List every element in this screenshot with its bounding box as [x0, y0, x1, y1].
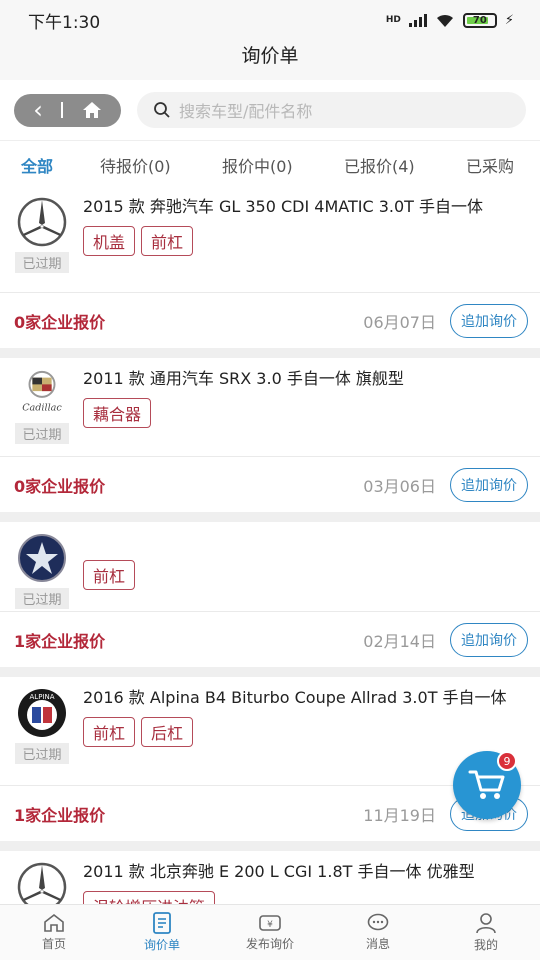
quote-count: 1家企业报价	[14, 805, 106, 825]
tab-all[interactable]: 全部	[21, 153, 53, 177]
nav-home[interactable]: 首页	[0, 905, 108, 960]
home-icon[interactable]	[82, 101, 102, 119]
status-badge: 已过期	[15, 252, 69, 273]
car-title	[83, 532, 526, 554]
inquiry-list: 已过期 2015 款 奔驰汽车 GL 350 CDI 4MATIC 3.0T 手…	[0, 186, 540, 941]
page-title: 询价单	[241, 45, 299, 67]
inquiry-card[interactable]: Cadillac 已过期 2011 款 通用汽车 SRX 3.0 手自一体 旗舰…	[0, 358, 540, 512]
search-icon	[154, 102, 170, 118]
add-inquiry-button[interactable]: 追加询价	[450, 467, 528, 502]
nav-inquiry[interactable]: 询价单	[108, 905, 216, 960]
charging-icon: ⚡	[504, 12, 514, 28]
cart-count-badge: 9	[497, 751, 517, 771]
car-title: 2016 款 Alpina B4 Biturbo Coupe Allrad 3.…	[83, 688, 507, 707]
add-inquiry-button[interactable]: 追加询价	[450, 303, 528, 338]
status-badge: 已过期	[15, 743, 69, 764]
nav-label: 我的	[473, 938, 498, 952]
status-time: 下午1:30	[28, 12, 101, 33]
status-badge: 已过期	[15, 423, 69, 444]
quote-count: 0家企业报价	[14, 312, 106, 332]
star-logo-icon	[16, 532, 68, 584]
part-tag: 前杠	[83, 560, 136, 590]
nav-label: 消息	[365, 937, 390, 951]
search-placeholder: 搜索车型/配件名称	[179, 102, 313, 121]
part-tag: 藕合器	[83, 398, 152, 428]
nav-label: 询价单	[143, 938, 180, 952]
tab-quoted[interactable]: 已报价(4)	[344, 153, 415, 177]
car-title: 2015 款 奔驰汽车 GL 350 CDI 4MATIC 3.0T 手自一体	[83, 197, 484, 216]
mercedes-logo-icon	[16, 196, 68, 248]
chat-icon	[367, 913, 389, 931]
battery-level: 70	[472, 14, 487, 26]
status-bar: 下午1:30 HD 70 ⚡	[0, 0, 540, 40]
inquiry-date: 03月06日	[363, 476, 436, 496]
car-title: 2011 款 北京奔驰 E 200 L CGI 1.8T 手自一体 优雅型	[83, 862, 475, 881]
inquiry-date: 06月07日	[363, 312, 436, 332]
wifi-icon	[436, 14, 453, 27]
status-badge: 已过期	[15, 588, 69, 609]
document-icon	[153, 912, 171, 934]
part-tag: 机盖	[83, 226, 136, 256]
inquiry-card[interactable]: 已过期 前杠 1家企业报价 02月14日 追加询价	[0, 522, 540, 667]
inquiry-date: 02月14日	[363, 631, 436, 651]
cart-button[interactable]: 9	[453, 751, 521, 819]
car-title: 2011 款 通用汽车 SRX 3.0 手自一体 旗舰型	[83, 369, 404, 388]
inquiry-card[interactable]: ALPINA 已过期 2016 款 Alpina B4 Biturbo Coup…	[0, 677, 540, 841]
inquiry-date: 11月19日	[363, 805, 436, 825]
nav-pill: ‹	[14, 93, 121, 127]
battery-icon: 70	[462, 12, 497, 28]
bottom-nav: 首页 询价单 ¥ 发布询价 消息 我的	[0, 904, 540, 960]
part-tag: 前杠	[141, 226, 194, 256]
add-inquiry-button[interactable]: 追加询价	[450, 622, 528, 657]
nav-label: 首页	[41, 937, 66, 951]
nav-publish[interactable]: ¥ 发布询价	[216, 905, 324, 960]
alpina-logo-icon: ALPINA	[16, 687, 68, 739]
signal-icon	[408, 13, 427, 27]
tab-purchased[interactable]: 已采购	[466, 153, 514, 177]
svg-text:ALPINA: ALPINA	[30, 693, 55, 701]
nav-profile[interactable]: 我的	[432, 905, 540, 960]
tab-pending[interactable]: 待报价(0)	[100, 153, 171, 177]
quote-count: 1家企业报价	[14, 631, 106, 651]
nav-messages[interactable]: 消息	[324, 905, 432, 960]
tab-quoting[interactable]: 报价中(0)	[222, 153, 293, 177]
nav-label: 发布询价	[245, 937, 294, 951]
quote-count: 0家企业报价	[14, 476, 106, 496]
cadillac-logo-icon: Cadillac	[16, 368, 68, 419]
hd-signal-icon: HD	[385, 15, 401, 25]
part-tag: 前杠	[83, 717, 136, 747]
part-tag: 后杠	[141, 717, 194, 747]
svg-text:Cadillac: Cadillac	[22, 402, 62, 413]
yen-ticket-icon: ¥	[259, 915, 281, 931]
person-icon	[476, 913, 496, 934]
nav-separator	[61, 102, 64, 118]
status-icons: HD 70 ⚡	[385, 12, 514, 28]
search-input[interactable]: 搜索车型/配件名称	[137, 92, 526, 128]
search-row: ‹ 搜索车型/配件名称	[0, 80, 540, 140]
back-icon[interactable]: ‹	[33, 98, 43, 122]
cart-icon	[468, 770, 505, 799]
svg-text:¥: ¥	[267, 920, 273, 930]
home-outline-icon	[44, 913, 64, 932]
page-title-bar: 询价单	[0, 40, 540, 80]
filter-tabs: 全部 待报价(0) 报价中(0) 已报价(4) 已采购	[0, 140, 540, 186]
inquiry-card[interactable]: 已过期 2015 款 奔驰汽车 GL 350 CDI 4MATIC 3.0T 手…	[0, 186, 540, 348]
